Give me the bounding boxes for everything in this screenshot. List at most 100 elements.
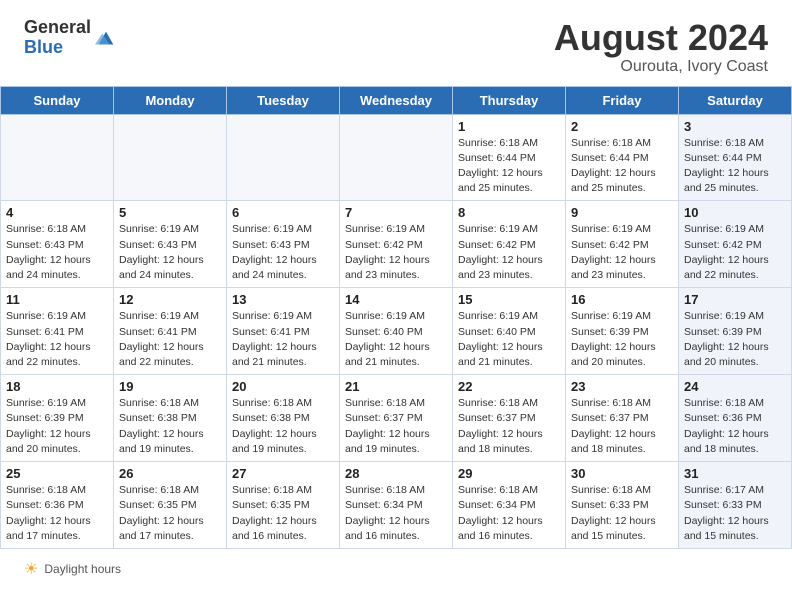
logo-general-text: General	[24, 18, 91, 38]
day-info: Sunrise: 6:18 AM Sunset: 6:38 PM Dayligh…	[232, 396, 334, 457]
calendar-cell: 1 Sunrise: 6:18 AM Sunset: 6:44 PM Daylig…	[453, 114, 566, 201]
day-number: 21	[345, 379, 447, 394]
day-info: Sunrise: 6:19 AM Sunset: 6:39 PM Dayligh…	[571, 309, 673, 370]
calendar-week-3: 11 Sunrise: 6:19 AM Sunset: 6:41 PM Dayli…	[1, 288, 792, 375]
logo-icon	[95, 28, 117, 50]
day-info: Sunrise: 6:19 AM Sunset: 6:40 PM Dayligh…	[458, 309, 560, 370]
day-info: Sunrise: 6:18 AM Sunset: 6:44 PM Dayligh…	[458, 136, 560, 197]
calendar-cell: 17 Sunrise: 6:19 AM Sunset: 6:39 PM Dayli…	[679, 288, 792, 375]
day-info: Sunrise: 6:19 AM Sunset: 6:42 PM Dayligh…	[684, 222, 786, 283]
day-info: Sunrise: 6:19 AM Sunset: 6:42 PM Dayligh…	[571, 222, 673, 283]
calendar-cell: 22 Sunrise: 6:18 AM Sunset: 6:37 PM Dayli…	[453, 375, 566, 462]
day-number: 26	[119, 466, 221, 481]
calendar-cell: 16 Sunrise: 6:19 AM Sunset: 6:39 PM Dayli…	[566, 288, 679, 375]
calendar-cell: 19Sunrise: 6:18 AM Sunset: 6:38 PM Dayli…	[114, 375, 227, 462]
day-number: 23	[571, 379, 673, 394]
calendar-cell: 28 Sunrise: 6:18 AM Sunset: 6:34 PM Dayli…	[340, 462, 453, 549]
calendar-cell: 30Sunrise: 6:18 AM Sunset: 6:33 PM Dayli…	[566, 462, 679, 549]
daylight-label: Daylight hours	[44, 562, 121, 576]
day-info: Sunrise: 6:19 AM Sunset: 6:39 PM Dayligh…	[684, 309, 786, 370]
calendar-cell	[227, 114, 340, 201]
day-header-tuesday: Tuesday	[227, 86, 340, 114]
calendar-cell: 3Sunrise: 6:18 AM Sunset: 6:44 PM Daylig…	[679, 114, 792, 201]
day-info: Sunrise: 6:19 AM Sunset: 6:43 PM Dayligh…	[119, 222, 221, 283]
day-header-friday: Friday	[566, 86, 679, 114]
day-info: Sunrise: 6:18 AM Sunset: 6:34 PM Dayligh…	[458, 483, 560, 544]
calendar-cell: 24Sunrise: 6:18 AM Sunset: 6:36 PM Dayli…	[679, 375, 792, 462]
calendar-cell: 7Sunrise: 6:19 AM Sunset: 6:42 PM Daylig…	[340, 201, 453, 288]
day-number: 15	[458, 292, 560, 307]
day-info: Sunrise: 6:18 AM Sunset: 6:37 PM Dayligh…	[345, 396, 447, 457]
day-number: 17	[684, 292, 786, 307]
day-number: 10	[684, 205, 786, 220]
day-number: 12	[119, 292, 221, 307]
day-number: 22	[458, 379, 560, 394]
day-number: 24	[684, 379, 786, 394]
calendar-header-row: SundayMondayTuesdayWednesdayThursdayFrid…	[1, 86, 792, 114]
day-number: 19	[119, 379, 221, 394]
calendar-cell: 21 Sunrise: 6:18 AM Sunset: 6:37 PM Dayli…	[340, 375, 453, 462]
calendar-cell: 8 Sunrise: 6:19 AM Sunset: 6:42 PM Daylig…	[453, 201, 566, 288]
logo-blue-text: Blue	[24, 38, 91, 58]
calendar-cell	[340, 114, 453, 201]
day-header-sunday: Sunday	[1, 86, 114, 114]
title-block: August 2024 Ourouta, Ivory Coast	[554, 18, 768, 76]
day-info: Sunrise: 6:19 AM Sunset: 6:40 PM Dayligh…	[345, 309, 447, 370]
day-info: Sunrise: 6:18 AM Sunset: 6:33 PM Dayligh…	[571, 483, 673, 544]
day-header-thursday: Thursday	[453, 86, 566, 114]
logo: General Blue	[24, 18, 117, 58]
day-info: Sunrise: 6:18 AM Sunset: 6:44 PM Dayligh…	[571, 136, 673, 197]
day-number: 3	[684, 119, 786, 134]
day-number: 2	[571, 119, 673, 134]
calendar-cell: 4 Sunrise: 6:18 AM Sunset: 6:43 PM Daylig…	[1, 201, 114, 288]
calendar-cell: 5 Sunrise: 6:19 AM Sunset: 6:43 PM Daylig…	[114, 201, 227, 288]
day-number: 28	[345, 466, 447, 481]
calendar-footer: ☀ Daylight hours	[0, 557, 792, 587]
day-info: Sunrise: 6:19 AM Sunset: 6:42 PM Dayligh…	[458, 222, 560, 283]
day-info: Sunrise: 6:18 AM Sunset: 6:34 PM Dayligh…	[345, 483, 447, 544]
calendar-cell: 27 Sunrise: 6:18 AM Sunset: 6:35 PM Dayli…	[227, 462, 340, 549]
day-info: Sunrise: 6:18 AM Sunset: 6:43 PM Dayligh…	[6, 222, 108, 283]
day-header-monday: Monday	[114, 86, 227, 114]
day-number: 27	[232, 466, 334, 481]
day-number: 6	[232, 205, 334, 220]
day-number: 1	[458, 119, 560, 134]
calendar-week-4: 18 Sunrise: 6:19 AM Sunset: 6:39 PM Dayli…	[1, 375, 792, 462]
day-number: 14	[345, 292, 447, 307]
calendar-week-5: 25 Sunrise: 6:18 AM Sunset: 6:36 PM Dayli…	[1, 462, 792, 549]
day-number: 5	[119, 205, 221, 220]
day-number: 4	[6, 205, 108, 220]
day-info: Sunrise: 6:18 AM Sunset: 6:35 PM Dayligh…	[119, 483, 221, 544]
day-info: Sunrise: 6:17 AM Sunset: 6:33 PM Dayligh…	[684, 483, 786, 544]
day-header-wednesday: Wednesday	[340, 86, 453, 114]
day-number: 25	[6, 466, 108, 481]
day-number: 11	[6, 292, 108, 307]
calendar-cell: 23 Sunrise: 6:18 AM Sunset: 6:37 PM Dayli…	[566, 375, 679, 462]
day-info: Sunrise: 6:19 AM Sunset: 6:41 PM Dayligh…	[6, 309, 108, 370]
calendar-cell: 14 Sunrise: 6:19 AM Sunset: 6:40 PM Dayli…	[340, 288, 453, 375]
calendar-cell: 31Sunrise: 6:17 AM Sunset: 6:33 PM Dayli…	[679, 462, 792, 549]
day-number: 16	[571, 292, 673, 307]
calendar-week-2: 4 Sunrise: 6:18 AM Sunset: 6:43 PM Daylig…	[1, 201, 792, 288]
day-info: Sunrise: 6:18 AM Sunset: 6:36 PM Dayligh…	[6, 483, 108, 544]
day-info: Sunrise: 6:19 AM Sunset: 6:41 PM Dayligh…	[232, 309, 334, 370]
day-number: 18	[6, 379, 108, 394]
calendar-table: SundayMondayTuesdayWednesdayThursdayFrid…	[0, 86, 792, 549]
calendar-cell: 18 Sunrise: 6:19 AM Sunset: 6:39 PM Dayli…	[1, 375, 114, 462]
calendar-cell: 9 Sunrise: 6:19 AM Sunset: 6:42 PM Daylig…	[566, 201, 679, 288]
day-info: Sunrise: 6:18 AM Sunset: 6:35 PM Dayligh…	[232, 483, 334, 544]
day-info: Sunrise: 6:18 AM Sunset: 6:37 PM Dayligh…	[571, 396, 673, 457]
day-header-saturday: Saturday	[679, 86, 792, 114]
calendar-cell: 12 Sunrise: 6:19 AM Sunset: 6:41 PM Dayli…	[114, 288, 227, 375]
calendar-title: August 2024	[554, 18, 768, 58]
day-info: Sunrise: 6:18 AM Sunset: 6:37 PM Dayligh…	[458, 396, 560, 457]
calendar-cell	[1, 114, 114, 201]
day-info: Sunrise: 6:19 AM Sunset: 6:41 PM Dayligh…	[119, 309, 221, 370]
calendar-cell: 20Sunrise: 6:18 AM Sunset: 6:38 PM Dayli…	[227, 375, 340, 462]
day-info: Sunrise: 6:19 AM Sunset: 6:39 PM Dayligh…	[6, 396, 108, 457]
day-number: 9	[571, 205, 673, 220]
calendar-week-1: 1 Sunrise: 6:18 AM Sunset: 6:44 PM Daylig…	[1, 114, 792, 201]
page-header: General Blue August 2024 Ourouta, Ivory …	[0, 0, 792, 86]
calendar-cell: 11 Sunrise: 6:19 AM Sunset: 6:41 PM Dayli…	[1, 288, 114, 375]
day-number: 8	[458, 205, 560, 220]
